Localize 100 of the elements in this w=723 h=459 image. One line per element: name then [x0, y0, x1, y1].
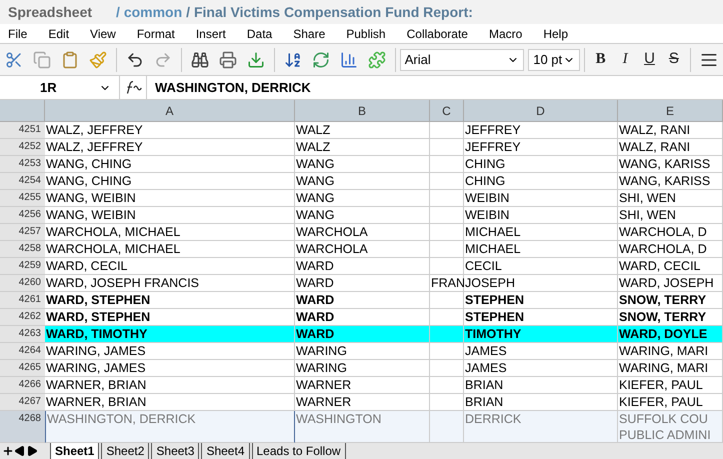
column-header[interactable]: C: [442, 102, 451, 120]
table-cell: WARCHOLA: [295, 224, 430, 241]
table-cell: JEFFREY: [464, 139, 618, 156]
table-cell: WARCHOLA, D: [618, 241, 723, 258]
refresh-icon[interactable]: [312, 50, 330, 68]
menu-item[interactable]: Collaborate: [406, 24, 468, 42]
menu-item[interactable]: Publish: [346, 24, 386, 42]
clipboard-icon[interactable]: [61, 50, 79, 68]
menu-item[interactable]: Macro: [488, 24, 522, 42]
row-number[interactable]: 4255: [0, 190, 45, 207]
table-cell: WALZ: [295, 139, 430, 156]
table-cell: WARD, STEPHEN: [45, 292, 295, 309]
table-cell: WARNER: [295, 377, 430, 394]
sheet-tab[interactable]: Sheet3: [151, 443, 200, 459]
row-number[interactable]: 4267: [0, 394, 45, 411]
row-number[interactable]: 4265: [0, 360, 45, 377]
table-cell: [430, 411, 464, 443]
formula-value[interactable]: WASHINGTON, DERRICK: [155, 78, 311, 98]
table-cell: WARD, TIMOTHY: [45, 326, 295, 343]
menu-item[interactable]: Data: [246, 24, 272, 42]
menu-item[interactable]: Help: [543, 24, 568, 42]
format-button[interactable]: B: [588, 48, 613, 71]
row-number[interactable]: 4251: [0, 122, 45, 139]
table-cell: WALZ, JEFFREY: [45, 139, 295, 156]
bar-chart-icon[interactable]: [340, 50, 358, 68]
table-cell: WARNER: [295, 394, 430, 411]
table-cell: WARNER, BRIAN: [45, 377, 295, 394]
scissors-icon[interactable]: [5, 50, 23, 68]
table-cell: WARING: [295, 360, 430, 377]
table-cell: [430, 173, 464, 190]
row-number[interactable]: 4257: [0, 224, 45, 241]
font-select[interactable]: Arial: [400, 48, 524, 70]
table-cell: WASHINGTON: [295, 411, 430, 443]
table-cell: [430, 224, 464, 241]
table-cell: WARING, JAMES: [45, 360, 295, 377]
table-cell: WARD: [295, 326, 430, 343]
column-header[interactable]: B: [358, 102, 366, 120]
row-number[interactable]: 4268: [0, 411, 45, 443]
row-number[interactable]: 4252: [0, 139, 45, 156]
column-header[interactable]: D: [536, 102, 545, 120]
format-button[interactable]: I: [612, 48, 638, 71]
column-header[interactable]: E: [666, 102, 674, 120]
table-cell: WANG, CHING: [45, 173, 295, 190]
table-cell: BRIAN: [464, 394, 618, 411]
cell-reference-field[interactable]: 1R: [0, 76, 120, 99]
table-cell: WARING: [295, 343, 430, 360]
menu-item[interactable]: Insert: [196, 24, 226, 42]
table-cell: WARCHOLA: [295, 241, 430, 258]
row-number[interactable]: 4263: [0, 326, 45, 343]
format-button[interactable]: U: [637, 48, 662, 71]
menu-item[interactable]: Share: [293, 24, 326, 42]
row-number[interactable]: 4261: [0, 292, 45, 309]
table-cell: WALZ, RANI: [618, 139, 723, 156]
table-cell: [430, 241, 464, 258]
document-title: / Final Victims Compensation Fund Report:: [186, 2, 473, 22]
menu-item[interactable]: Edit: [48, 24, 70, 42]
row-number[interactable]: 4259: [0, 258, 45, 275]
table-cell: [430, 139, 464, 156]
binoculars-icon[interactable]: [190, 50, 209, 68]
table-cell: SHI, WEN: [618, 207, 723, 224]
row-number[interactable]: 4264: [0, 343, 45, 360]
next-sheet-icon[interactable]: [26, 445, 38, 457]
row-number[interactable]: 4266: [0, 377, 45, 394]
previous-sheet-icon[interactable]: [14, 445, 26, 457]
sort-icon[interactable]: [284, 50, 302, 68]
table-cell: WARING, MARI: [618, 343, 723, 360]
menu-item[interactable]: Format: [136, 24, 175, 42]
row-number[interactable]: 4253: [0, 156, 45, 173]
table-cell: SNOW, TERRY: [618, 292, 723, 309]
sheet-tab[interactable]: Sheet2: [101, 443, 150, 459]
table-cell: DERRICK: [464, 411, 618, 443]
row-number[interactable]: 4260: [0, 275, 45, 292]
table-cell: JOSEPH: [464, 275, 618, 292]
table-cell: WARD, CECIL: [45, 258, 295, 275]
printer-icon[interactable]: [218, 50, 237, 68]
format-button[interactable]: S: [662, 48, 686, 71]
sheet-tab[interactable]: Sheet4: [201, 443, 250, 459]
row-number[interactable]: 4262: [0, 309, 45, 326]
table-cell: MICHAEL: [464, 224, 618, 241]
column-header[interactable]: A: [165, 102, 174, 120]
row-number[interactable]: 4258: [0, 241, 45, 258]
table-cell: WARCHOLA, D: [618, 224, 723, 241]
table-cell: WANG: [295, 156, 430, 173]
sheet-tab[interactable]: Sheet1: [50, 443, 100, 459]
size-select[interactable]: 10 pt: [528, 48, 580, 70]
table-cell: WANG: [295, 207, 430, 224]
download-icon[interactable]: [246, 50, 265, 68]
menu-item[interactable]: View: [90, 24, 116, 42]
menu-item[interactable]: File: [8, 24, 28, 42]
table-cell: WARING, MARI: [618, 360, 723, 377]
table-cell: [430, 326, 464, 343]
table-cell: WARD: [295, 275, 430, 292]
table-cell: [430, 207, 464, 224]
table-cell: WARD: [295, 258, 430, 275]
table-cell: JAMES: [464, 343, 618, 360]
row-number[interactable]: 4256: [0, 207, 45, 224]
add-sheet-icon[interactable]: [2, 445, 14, 457]
row-number[interactable]: 4254: [0, 173, 45, 190]
undo-icon[interactable]: [126, 50, 144, 68]
sheet-tab[interactable]: Leads to Follow: [252, 443, 346, 459]
